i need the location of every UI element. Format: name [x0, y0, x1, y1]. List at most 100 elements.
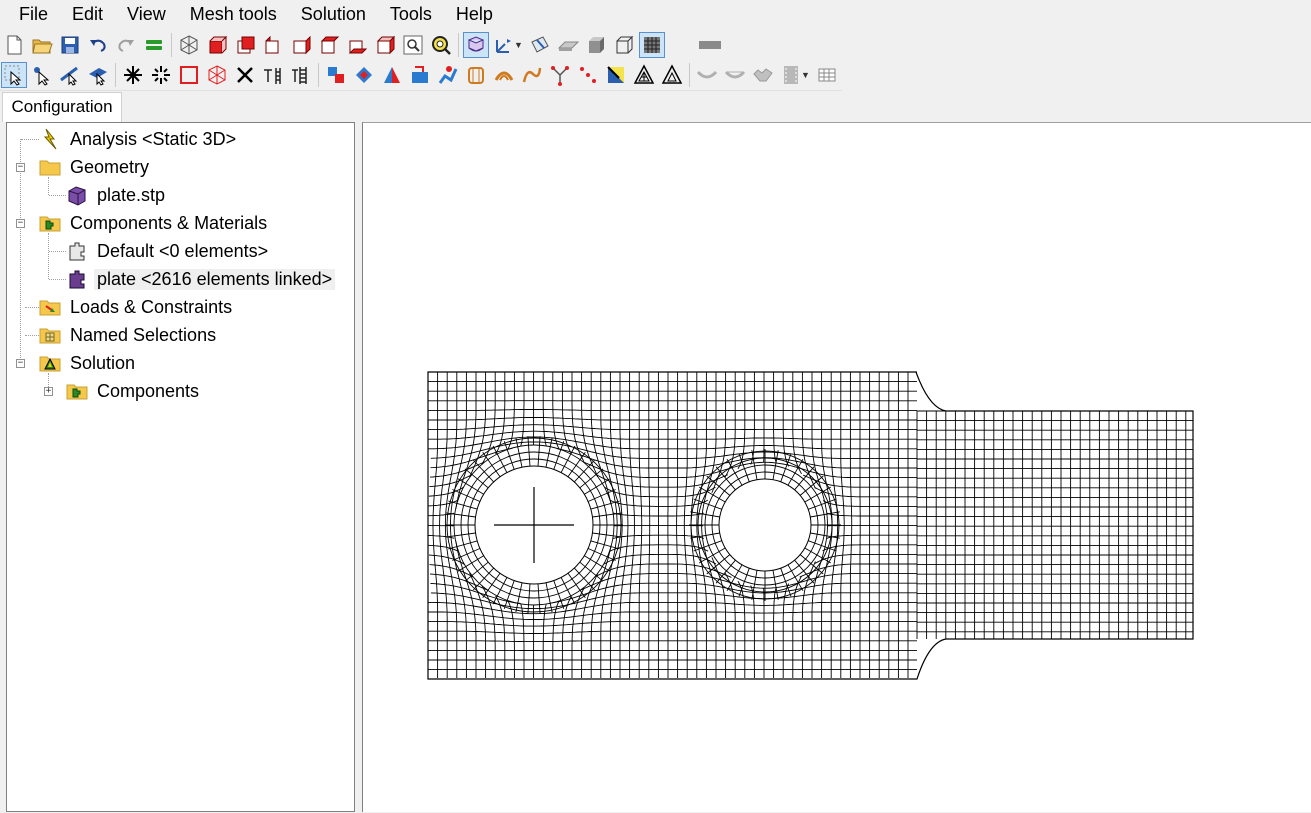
tree-item-label: Solution	[67, 353, 138, 374]
mesh-plot[interactable]	[363, 123, 1311, 813]
view-front-icon[interactable]	[204, 32, 230, 58]
view-back-icon[interactable]	[232, 32, 258, 58]
graphics-viewport[interactable]	[362, 122, 1311, 812]
tree-item-label: plate <2616 elements linked>	[94, 269, 335, 290]
mesh-line	[433, 372, 438, 678]
fixed-support-icon[interactable]	[323, 62, 349, 88]
mesh-line	[690, 533, 720, 538]
point-mass-icon[interactable]	[631, 62, 657, 88]
mesh-line	[773, 450, 778, 480]
select-element-icon[interactable]	[148, 62, 174, 88]
delete-icon[interactable]	[232, 62, 258, 88]
collapse-solution-icon[interactable]: −	[16, 359, 25, 368]
toolbar-separator	[115, 63, 116, 87]
collapse-geometry-icon[interactable]: −	[16, 163, 25, 172]
tree-item-named-selections[interactable]: Named Selections	[39, 322, 219, 348]
render-flat-icon[interactable]	[555, 32, 581, 58]
select-pointer-icon[interactable]	[1, 62, 27, 88]
menu-mesh-tools[interactable]: Mesh tools	[178, 0, 289, 28]
dropdown-arrow-icon[interactable]: ▼	[514, 40, 523, 50]
displacement-icon[interactable]	[351, 62, 377, 88]
undo-icon[interactable]	[85, 32, 111, 58]
force-icon[interactable]	[379, 62, 405, 88]
view-bottom-icon[interactable]	[344, 32, 370, 58]
contact-bonded-icon[interactable]	[722, 62, 748, 88]
select-box-icon[interactable]	[176, 62, 202, 88]
menu-solution[interactable]: Solution	[289, 0, 378, 28]
tree-item-geometry[interactable]: Geometry	[39, 154, 152, 180]
layers-icon[interactable]	[141, 32, 167, 58]
tree-item-analysis[interactable]: Analysis <Static 3D>	[39, 126, 239, 152]
select-node-star-icon[interactable]	[120, 62, 146, 88]
mesh-line	[428, 418, 917, 421]
mesh-line	[815, 488, 917, 497]
redo-icon[interactable]	[113, 32, 139, 58]
tree-item-label: Loads & Constraints	[67, 297, 235, 318]
mesh-line	[538, 584, 540, 614]
tab-configuration[interactable]: Configuration	[2, 92, 122, 122]
zoom-fit-icon[interactable]	[428, 32, 454, 58]
tree-item-components-materials[interactable]: Components & Materials	[39, 210, 270, 236]
color-bar-icon[interactable]	[697, 32, 723, 58]
mesh-line	[521, 372, 524, 446]
tree-item-solution-components[interactable]: Components	[66, 378, 202, 404]
cylindrical-support-icon[interactable]	[547, 62, 573, 88]
mesh-line	[751, 586, 755, 679]
new-document-icon[interactable]	[1, 32, 27, 58]
view-left-icon[interactable]	[260, 32, 286, 58]
table-grid-icon[interactable]	[814, 62, 840, 88]
section-plane-icon[interactable]	[527, 32, 553, 58]
menu-help[interactable]: Help	[444, 0, 505, 28]
spring-icon[interactable]	[575, 62, 601, 88]
save-icon[interactable]	[57, 32, 83, 58]
view-right-icon[interactable]	[288, 32, 314, 58]
view-iso-wire-icon[interactable]	[176, 32, 202, 58]
mesh-line	[684, 372, 687, 678]
open-folder-icon[interactable]	[29, 32, 55, 58]
mesh-line	[827, 535, 917, 538]
tree-item-component-default[interactable]: Default <0 elements>	[66, 238, 271, 264]
tree-item-solution[interactable]: Solution	[39, 350, 138, 376]
remote-load-icon[interactable]	[463, 62, 489, 88]
render-shaded-icon[interactable]	[583, 32, 609, 58]
contact-body-icon[interactable]	[750, 62, 776, 88]
folder-solution-icon	[39, 352, 61, 374]
zoom-window-icon[interactable]	[400, 32, 426, 58]
triangle-outline-icon[interactable]	[659, 62, 685, 88]
tree-item-geometry-file[interactable]: plate.stp	[66, 182, 168, 208]
bolt-icon[interactable]	[519, 62, 545, 88]
menu-view[interactable]: View	[115, 0, 178, 28]
select-body-icon[interactable]	[204, 62, 230, 88]
view-top-icon[interactable]	[316, 32, 342, 58]
pressure-icon[interactable]	[407, 62, 433, 88]
bearing-load-icon[interactable]	[491, 62, 517, 88]
contact-region-icon[interactable]	[694, 62, 720, 88]
render-wireframe-icon[interactable]	[611, 32, 637, 58]
tree-item-loads-constraints[interactable]: Loads & Constraints	[39, 294, 235, 320]
ladder-icon[interactable]	[288, 62, 314, 88]
dropdown-arrow-icon[interactable]: ▼	[801, 70, 810, 80]
select-face-icon[interactable]	[85, 62, 111, 88]
render-mesh-icon[interactable]	[639, 32, 665, 58]
mesh-line	[428, 500, 457, 506]
mesh-line	[496, 372, 505, 454]
menu-tools[interactable]: Tools	[378, 0, 444, 28]
menu-file[interactable]: File	[0, 0, 60, 28]
tree-item-label: Named Selections	[67, 325, 219, 346]
split-icon[interactable]	[260, 62, 286, 88]
mesh-line	[810, 512, 840, 517]
panel-splitter[interactable]	[355, 122, 362, 812]
expand-solution-components-icon[interactable]: +	[44, 387, 53, 396]
mesh-display-icon[interactable]	[463, 32, 489, 58]
select-node-icon[interactable]	[29, 62, 55, 88]
collapse-components-icon[interactable]: −	[16, 219, 25, 228]
mesh-line	[428, 431, 917, 439]
folder-load-icon	[39, 296, 61, 318]
menu-edit[interactable]: Edit	[60, 0, 115, 28]
view-iso-icon[interactable]	[372, 32, 398, 58]
folder-component-icon	[66, 380, 88, 402]
moment-icon[interactable]	[435, 62, 461, 88]
tree-item-component-plate[interactable]: plate <2616 elements linked>	[66, 266, 335, 292]
select-edge-icon[interactable]	[57, 62, 83, 88]
frictionless-icon[interactable]	[603, 62, 629, 88]
